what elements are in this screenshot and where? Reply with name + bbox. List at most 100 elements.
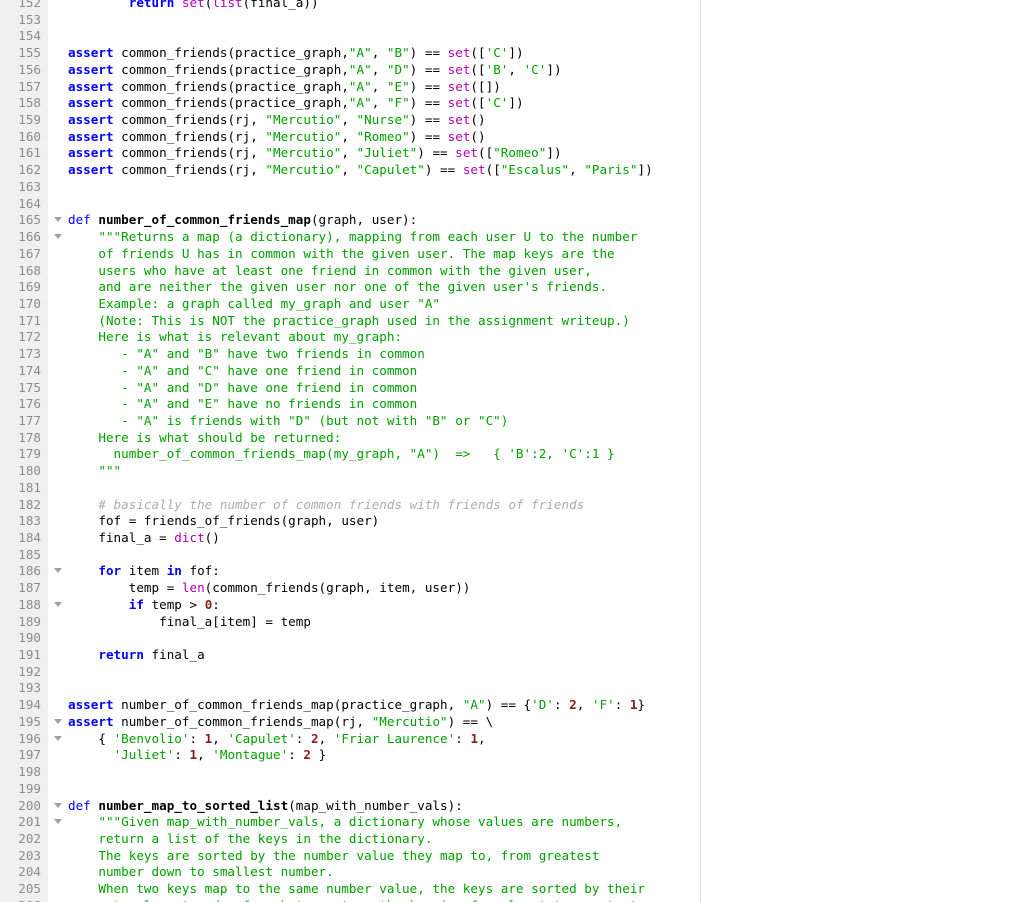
code-line[interactable]: 177 - "A" is friends with "D" (but not w… (0, 413, 700, 430)
token-doc: Example: a graph called my_graph and use… (68, 295, 441, 311)
code-line[interactable]: 179 number_of_common_friends_map(my_grap… (0, 446, 700, 463)
line-number: 174 (18, 362, 41, 378)
editor-source-pane[interactable]: 152 return set(list(final_a)) 153 154 155 as… (0, 0, 701, 902)
line-number: 180 (18, 463, 41, 479)
code-line[interactable]: 165 def number_of_common_friends_map(grap… (0, 212, 700, 229)
code-line[interactable]: 196 { 'Benvolio': 1, 'Capulet': 2, 'Fria… (0, 731, 700, 748)
code-line[interactable]: 175 - "A" and "D" have one friend in com… (0, 380, 700, 397)
code-line[interactable]: 167 of friends U has in common with the … (0, 245, 700, 263)
code-line[interactable]: 168 users who have at least one friend i… (0, 263, 700, 280)
token-str: "Paris" (584, 162, 638, 178)
token-str: "Mercutio" (265, 128, 342, 144)
token-kw: assert (68, 45, 114, 61)
code-line[interactable]: 197 'Juliet': 1, 'Montague': 2 } (0, 747, 700, 764)
code-line[interactable]: 191 return final_a (0, 647, 700, 664)
code-fold-toggle-icon[interactable] (48, 731, 68, 748)
code-line[interactable]: 154 (0, 28, 700, 45)
code-line[interactable]: 160 assert common_friends(rj, "Mercutio",… (0, 128, 700, 146)
code-line[interactable]: 164 (0, 195, 700, 213)
code-line[interactable]: 201 """Given map_with_number_vals, a dic… (0, 814, 700, 831)
code-text: - "A" and "C" have one friend in common (68, 363, 700, 380)
line-number: 167 (18, 245, 41, 261)
line-number: 154 (18, 28, 41, 44)
line-number: 181 (18, 479, 41, 495)
code-line[interactable]: 153 (0, 12, 700, 29)
code-line[interactable]: 163 (0, 179, 700, 196)
token-com: # basically the number of common friends… (98, 496, 585, 512)
token-pl: , (371, 95, 387, 111)
code-line[interactable]: 180 """ (0, 463, 700, 480)
code-fold-toggle-icon[interactable] (48, 597, 68, 614)
code-line[interactable]: 156 assert common_friends(practice_graph,… (0, 62, 700, 79)
token-pl: ) == (409, 112, 448, 128)
code-line[interactable]: 185 (0, 547, 700, 564)
code-line[interactable]: 200 def number_map_to_sorted_list(map_wit… (0, 797, 700, 815)
code-line[interactable]: 183 fof = friends_of_friends(graph, user… (0, 513, 700, 530)
code-line[interactable]: 159 assert common_friends(rj, "Mercutio",… (0, 112, 700, 129)
code-line[interactable]: 182 # basically the number of common fri… (0, 496, 700, 514)
line-number: 191 (18, 647, 41, 663)
right-empty-pane[interactable] (701, 0, 1024, 902)
token-pl: ]) (637, 162, 653, 178)
code-line[interactable]: 171 (Note: This is NOT the practice_grap… (0, 313, 700, 330)
code-line[interactable]: 173 - "A" and "B" have two friends in co… (0, 346, 700, 363)
code-line[interactable]: 158 assert common_friends(practice_graph,… (0, 95, 700, 112)
code-line[interactable]: 204 number down to smallest number. (0, 864, 700, 881)
code-fold-toggle-icon[interactable] (48, 563, 68, 580)
token-str: 'Juliet' (113, 747, 175, 763)
code-line[interactable]: 195 assert number_of_common_friends_map(r… (0, 713, 700, 731)
token-kw: assert (68, 112, 114, 128)
code-line[interactable]: 184 final_a = dict() (0, 530, 700, 547)
token-str: "Romeo" (356, 128, 410, 144)
code-line[interactable]: 205 When two keys map to the same number… (0, 881, 700, 898)
code-line[interactable]: 203 The keys are sorted by the number va… (0, 848, 700, 865)
line-number: 195 (18, 713, 41, 729)
code-fold-toggle-icon[interactable] (48, 714, 68, 731)
code-line[interactable]: 187 temp = len(common_friends(graph, ite… (0, 580, 700, 597)
token-kw: if (128, 596, 144, 612)
code-fold-toggle-icon[interactable] (48, 798, 68, 815)
code-line[interactable]: 193 (0, 680, 700, 697)
code-line[interactable]: 166 """Returns a map (a dictionary), map… (0, 229, 700, 246)
code-content-area[interactable]: 152 return set(list(final_a)) 153 154 155 as… (0, 0, 700, 902)
code-text: - "A" and "B" have two friends in common (68, 346, 700, 363)
code-line[interactable]: 181 (0, 479, 700, 497)
code-line[interactable]: 161 assert common_friends(rj, "Mercutio",… (0, 145, 700, 162)
code-line[interactable]: 192 (0, 664, 700, 681)
token-doc: number_of_common_friends_map(my_graph, "… (68, 446, 615, 462)
token-num: 2 (303, 747, 311, 763)
code-line[interactable]: 199 (0, 781, 700, 798)
code-fold-toggle-icon[interactable] (48, 229, 68, 246)
code-line[interactable]: 198 (0, 764, 700, 781)
code-line[interactable]: 157 assert common_friends(practice_graph,… (0, 79, 700, 96)
code-text: { 'Benvolio': 1, 'Capulet': 2, 'Friar La… (68, 731, 700, 748)
code-line[interactable]: 190 (0, 630, 700, 647)
chevron-down-icon (54, 735, 62, 741)
token-doc: """Returns a map (a dictionary), mapping… (98, 229, 638, 245)
code-line[interactable]: 202 return a list of the keys in the dic… (0, 831, 700, 848)
code-fold-toggle-icon[interactable] (48, 212, 68, 229)
code-line[interactable]: 174 - "A" and "C" have one friend in com… (0, 362, 700, 380)
code-text: of friends U has in common with the give… (68, 246, 700, 263)
code-line[interactable]: 206 natural sort order for whatever type… (0, 898, 700, 902)
code-line[interactable]: 194 assert number_of_common_friends_map(p… (0, 697, 700, 714)
code-line[interactable]: 186 for item in fof: (0, 563, 700, 580)
code-line[interactable]: 189 final_a[item] = temp (0, 614, 700, 631)
code-line[interactable]: 188 if temp > 0: (0, 596, 700, 614)
code-line[interactable]: 172 Here is what is relevant about my_gr… (0, 329, 700, 346)
token-pl: () (470, 128, 486, 144)
code-line[interactable]: 178 Here is what should be returned: (0, 430, 700, 447)
code-line[interactable]: 176 - "A" and "E" have no friends in com… (0, 396, 700, 413)
code-line[interactable]: 170 Example: a graph called my_graph and… (0, 295, 700, 313)
code-line[interactable]: 162 assert common_friends(rj, "Mercutio",… (0, 162, 700, 179)
line-number: 164 (18, 195, 41, 211)
token-bi: set (447, 45, 471, 61)
code-fold-toggle-icon[interactable] (48, 814, 68, 831)
code-line[interactable]: 155 assert common_friends(practice_graph,… (0, 45, 700, 62)
token-def: def (68, 797, 91, 813)
code-line[interactable]: 152 return set(list(final_a)) (0, 0, 700, 12)
token-pl: temp > (143, 596, 205, 612)
code-line[interactable]: 169 and are neither the given user nor o… (0, 279, 700, 296)
line-number: 194 (18, 697, 41, 713)
token-doc: number down to smallest number. (68, 864, 334, 880)
